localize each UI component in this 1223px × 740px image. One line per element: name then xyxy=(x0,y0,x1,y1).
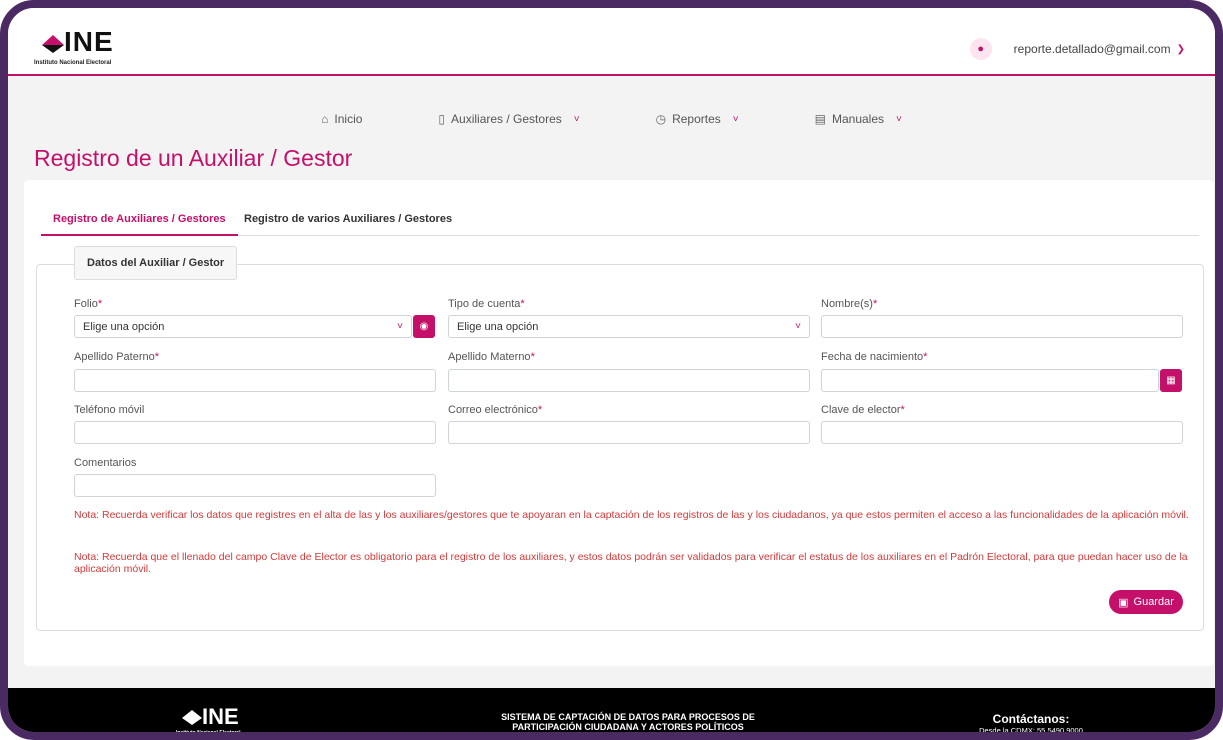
calendar-icon: ▦ xyxy=(1166,375,1176,386)
chevron-down-icon: ˅ xyxy=(795,321,801,332)
nav-item-label: Manuales xyxy=(831,112,884,126)
footer-logo-diamond-top xyxy=(182,710,202,718)
tab-bar: Registro de Auxiliares / Gestores Regist… xyxy=(41,210,1199,236)
tipo-cuenta-select-value: Elige una opción xyxy=(457,320,539,333)
system-line-2: PARTICIPACIÓN CIUDADANA Y ACTORES POLÍTI… xyxy=(512,722,744,732)
tab-registro-auxiliares[interactable]: Registro de Auxiliares / Gestores xyxy=(41,213,238,236)
nav-item-label: Inicio xyxy=(334,112,363,126)
document-icon: ▤ xyxy=(814,112,826,126)
ine-logo[interactable]: INE Instituto Nacional Electoral xyxy=(34,26,154,66)
nav-item-inicio[interactable]: ⌂ Inicio xyxy=(321,100,362,138)
apellido-paterno-label: Apellido Paterno* xyxy=(74,351,160,363)
apellido-paterno-input[interactable] xyxy=(74,369,436,392)
logo-diamond-top xyxy=(42,35,64,45)
main-nav: ⌂ Inicio ▯ Auxiliares / Gestores ˅ ◷ Rep… xyxy=(8,78,1215,138)
footer-logo-diamond-bottom xyxy=(182,718,202,725)
nombre-input[interactable] xyxy=(821,315,1183,338)
copyright: © Derechos Reservados v2.6.1 xyxy=(163,732,275,740)
correo-input[interactable] xyxy=(448,421,810,444)
chevron-down-icon: ˅ xyxy=(573,113,580,125)
page-title: Registro de un Auxiliar / Gestor xyxy=(34,145,353,171)
apellido-materno-input[interactable] xyxy=(448,369,810,392)
nav-item-label: Reportes xyxy=(672,112,721,126)
fecha-nacimiento-label: Fecha de nacimiento* xyxy=(821,351,928,363)
footer: INE Instituto Nacional Electoral © Derec… xyxy=(8,688,1215,740)
footer-logo-text: INE xyxy=(202,704,239,729)
chevron-down-icon: ˅ xyxy=(896,113,902,125)
telefono-label: Teléfono móvil xyxy=(74,404,145,416)
comentarios-input[interactable] xyxy=(74,474,436,497)
nav-item-label: Auxiliares / Gestores xyxy=(451,112,562,126)
folio-select-value: Elige una opción xyxy=(83,320,165,333)
save-button[interactable]: ▣ Guardar xyxy=(1109,590,1183,614)
user-avatar-icon: ● xyxy=(969,38,992,60)
fecha-nacimiento-input[interactable] xyxy=(821,369,1159,392)
comentarios-label: Comentarios xyxy=(74,457,137,469)
nav-item-reportes[interactable]: ◷ Reportes ˅ xyxy=(656,100,739,138)
telefono-input[interactable] xyxy=(74,421,436,444)
chevron-down-icon: ˅ xyxy=(397,321,403,332)
tipo-cuenta-label: Tipo de cuenta* xyxy=(448,298,525,310)
contact-info: Contáctanos: Desde la CDMX: 55 5490 9000 xyxy=(966,712,1096,735)
logo-diamond-bottom xyxy=(42,45,64,53)
app-frame: INE Instituto Nacional Electoral ● repor… xyxy=(0,0,1223,740)
top-bar: INE Instituto Nacional Electoral ● repor… xyxy=(8,8,1215,76)
contact-title: Contáctanos: xyxy=(992,712,1070,726)
tab-registro-varios[interactable]: Registro de varios Auxiliares / Gestores xyxy=(244,213,452,225)
user-menu[interactable]: ● reporte.detallado@gmail.com ❯ xyxy=(969,38,1185,60)
footer-logo-subtitle: Instituto Nacional Electoral xyxy=(176,730,241,736)
calendar-button[interactable]: ▦ xyxy=(1160,369,1182,392)
logo-subtitle: Instituto Nacional Electoral xyxy=(34,60,112,66)
note-verificar: Nota: Recuerda verificar los datos que r… xyxy=(74,509,1189,521)
nav-item-auxiliares[interactable]: ▯ Auxiliares / Gestores ˅ xyxy=(438,100,579,138)
eye-icon: ◉ xyxy=(419,321,429,332)
home-icon: ⌂ xyxy=(321,112,329,126)
folio-select[interactable]: Elige una opción ˅ xyxy=(74,315,412,338)
correo-label: Correo electrónico* xyxy=(448,404,543,416)
clave-elector-label: Clave de elector* xyxy=(821,404,905,416)
clave-elector-input[interactable] xyxy=(821,421,1183,444)
user-email: reporte.detallado@gmail.com xyxy=(1013,42,1171,56)
logo-text: INE xyxy=(64,26,114,57)
tipo-cuenta-select[interactable]: Elige una opción ˅ xyxy=(448,315,810,338)
system-name: SISTEMA DE CAPTACIÓN DE DATOS PARA PROCE… xyxy=(478,712,778,732)
folio-label: Folio* xyxy=(74,298,103,310)
contact-phone: Desde la CDMX: 55 5490 9000 xyxy=(979,726,1083,735)
phone-icon: ▯ xyxy=(438,112,446,126)
note-clave-elector: Nota: Recuerda que el llenado del campo … xyxy=(74,551,1188,575)
chevron-down-icon: ˅ xyxy=(732,113,739,125)
fieldset-legend: Datos del Auxiliar / Gestor xyxy=(74,246,238,280)
nombre-label: Nombre(s)* xyxy=(821,298,878,310)
save-label: Guardar xyxy=(1133,596,1174,608)
clock-icon: ◷ xyxy=(655,112,667,126)
chevron-down-icon: ❯ xyxy=(1176,43,1185,55)
view-folio-button[interactable]: ◉ xyxy=(413,315,435,338)
system-line-1: SISTEMA DE CAPTACIÓN DE DATOS PARA PROCE… xyxy=(501,712,755,722)
form-card: Registro de Auxiliares / Gestores Regist… xyxy=(24,180,1214,666)
save-icon: ▣ xyxy=(1118,596,1129,609)
apellido-materno-label: Apellido Materno* xyxy=(448,351,535,363)
nav-item-manuales[interactable]: ▤ Manuales ˅ xyxy=(815,100,902,138)
